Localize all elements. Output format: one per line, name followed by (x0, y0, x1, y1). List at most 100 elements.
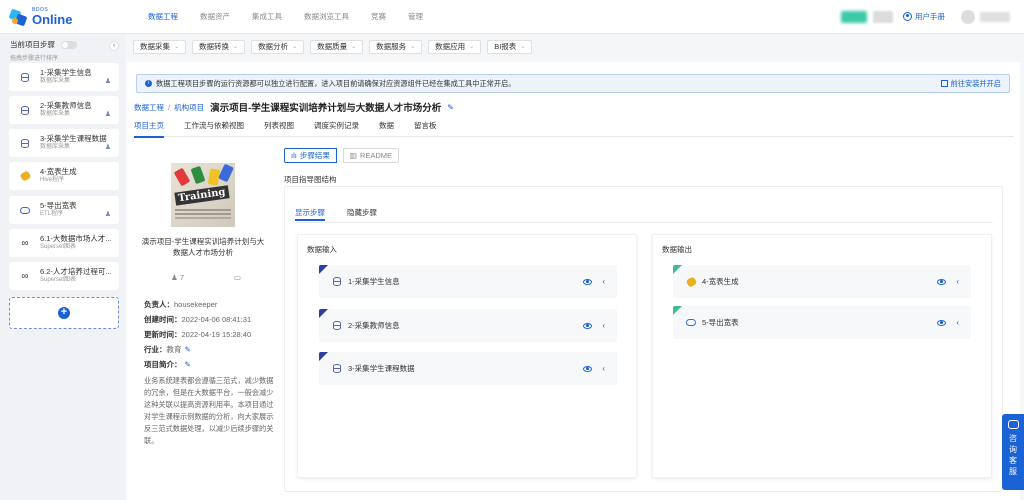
external-link-icon (940, 80, 948, 87)
subnav-data-service[interactable]: 数据服务 ⌄ (369, 40, 423, 54)
tab-list-view[interactable]: 列表视图 (264, 120, 294, 137)
step-results-button[interactable]: ılı 步骤结果 (284, 148, 337, 163)
subnav-data-quality[interactable]: 数据质量 ⌄ (310, 40, 364, 54)
user-icon: ♟ (171, 273, 178, 282)
input-node-2[interactable]: 2-采集教师信息 ‹ (319, 309, 617, 342)
input-node-1[interactable]: 1-采集学生信息 ‹ (319, 265, 617, 298)
chevron-down-icon: ⌄ (233, 44, 239, 50)
eye-icon[interactable] (583, 322, 592, 329)
node-name: 1-采集学生信息 (348, 277, 400, 286)
database-icon (21, 72, 29, 82)
tab-data[interactable]: 数据 (379, 120, 394, 137)
chevron-left-icon[interactable]: ‹ (602, 321, 605, 330)
eye-icon[interactable] (583, 365, 592, 372)
breadcrumb-data-engineering[interactable]: 数据工程 (134, 102, 164, 113)
input-node-3[interactable]: 3-采集学生课程数据 ‹ (319, 352, 617, 385)
database-icon (21, 105, 29, 115)
sidebar-step-6-1[interactable]: ∞ 6.1-大数据市场人才... Superset图表 (9, 229, 119, 257)
avatar[interactable] (961, 9, 975, 24)
sub-nav: 数据采集 ⌄ 数据转换 ⌄ 数据分析 ⌄ 数据质量 ⌄ 数据服务 ⌄ 数据应用 ⌄ BI报表… (125, 34, 1024, 60)
top-nav-data-assets[interactable]: 数据资产 (189, 0, 241, 34)
tab-project-home[interactable]: 项目主页 (134, 120, 164, 138)
step-type: 数据库采集 (40, 143, 71, 150)
top-nav-integration-tools[interactable]: 集成工具 (241, 0, 293, 34)
top-nav-management[interactable]: 管理 (397, 0, 434, 34)
eye-icon[interactable] (937, 319, 946, 326)
sidebar-sort-toggle[interactable] (61, 40, 77, 49)
edit-title-icon[interactable]: ✎ (447, 103, 454, 112)
user-manual-link[interactable]: 用户手册 (903, 11, 945, 22)
eye-icon[interactable] (583, 278, 592, 285)
comment-icon[interactable]: ▭ (234, 273, 241, 282)
breadcrumb-org-projects[interactable]: 机构项目 (174, 102, 204, 113)
install-link[interactable]: 前往安装并开启 (940, 79, 1001, 89)
hive-icon (685, 275, 697, 288)
database-icon (21, 138, 29, 148)
cover-word: Training (174, 185, 230, 206)
tab-message-board[interactable]: 留言板 (414, 120, 437, 137)
subnav-data-application[interactable]: 数据应用 ⌄ (428, 40, 482, 54)
breadcrumb: 数据工程 / 机构项目 演示项目-学生课程实训培养计划与大数据人才市场分析 ✎ (134, 100, 454, 115)
tab-workflow-view[interactable]: 工作流与依赖视图 (184, 120, 244, 137)
sidebar-step-6-2[interactable]: ∞ 6.2-人才培养过程可... Superset图表 (9, 262, 119, 290)
output-node-2[interactable]: 5-导出宽表 ‹ (673, 306, 971, 339)
intro-label: 项目简介： (144, 360, 182, 369)
user-icon: ♟ (104, 111, 111, 118)
user-icon: ♟ (104, 78, 111, 85)
sidebar-subtitle: 拖拽步骤进行排序 (10, 56, 59, 62)
readme-button[interactable]: ▥ README (342, 148, 400, 163)
tab-schedule-records[interactable]: 调度实例记录 (314, 120, 359, 137)
project-cover-image: Training (171, 163, 235, 227)
subnav-data-analysis[interactable]: 数据分析 ⌄ (251, 40, 305, 54)
consult-service-button[interactable]: 咨询客服 (1002, 414, 1024, 490)
subnav-label: 数据质量 (317, 42, 348, 51)
step-type: 数据库采集 (40, 77, 71, 84)
logo-icon (8, 8, 28, 26)
structure-title: 项目指导图结构 (284, 175, 337, 184)
step-name: 4-宽表生成 (40, 167, 77, 177)
sidebar-step-1[interactable]: 1-采集学生信息 数据库采集 ♟ (9, 63, 119, 91)
top-nav-competition[interactable]: 竞赛 (360, 0, 397, 34)
step-name: 3-采集学生课程数据 (40, 134, 107, 144)
step-name: 6.1-大数据市场人才... (40, 234, 112, 244)
chevron-left-icon[interactable]: ‹ (602, 277, 605, 286)
sidebar-step-2[interactable]: 2-采集教师信息 数据库采集 ♟ (9, 96, 119, 124)
step-name: 5-导出宽表 (40, 201, 77, 211)
sidebar-step-3[interactable]: 3-采集学生课程数据 数据库采集 ♟ (9, 129, 119, 157)
output-node-1[interactable]: 4-宽表生成 ‹ (673, 265, 971, 298)
sidebar-step-4[interactable]: 4-宽表生成 Hive程序 (9, 162, 119, 190)
superset-icon: ∞ (21, 237, 29, 249)
tab-hide-steps[interactable]: 隐藏步骤 (347, 207, 377, 221)
logo-big-text: Online (32, 11, 73, 27)
subnav-data-collection[interactable]: 数据采集 ⌄ (133, 40, 187, 54)
user-icon: ♟ (104, 144, 111, 151)
node-name: 2-采集教师信息 (348, 321, 400, 330)
top-nav-data-browse-tools[interactable]: 数据浏览工具 (293, 0, 360, 34)
chevron-left-icon[interactable]: ‹ (956, 277, 959, 286)
step-name: 1-采集学生信息 (40, 68, 92, 78)
subnav-bi-report[interactable]: BI报表 ⌄ (487, 40, 533, 54)
tab-show-steps[interactable]: 显示步骤 (295, 207, 325, 221)
chevron-left-icon[interactable]: ‹ (602, 364, 605, 373)
subnav-label: 数据采集 (140, 42, 170, 51)
top-nav-data-engineering[interactable]: 数据工程 (137, 0, 189, 34)
add-step-button[interactable]: + (9, 297, 119, 329)
logo[interactable]: BDOS Online (8, 7, 120, 27)
user-manual-label: 用户手册 (915, 12, 945, 21)
project-title: 演示项目-学生课程实训培养计划与大数据人才市场分析 (141, 237, 265, 257)
user-manual-icon (903, 12, 912, 21)
sidebar-collapse-button[interactable]: ‹ (109, 41, 119, 51)
step-name: 6.2-人才培养过程可... (40, 267, 112, 277)
superset-icon: ∞ (21, 270, 29, 282)
database-icon (333, 277, 341, 286)
edit-industry-icon[interactable]: ✎ (185, 345, 191, 354)
step-type: Superset图表 (40, 243, 77, 250)
notice-banner: i 数据工程项目步骤的运行资源都可以独立进行配置，进入项目前请确保对应资源组件已… (136, 74, 1010, 93)
chevron-down-icon: ⌄ (292, 44, 298, 50)
top-nav: 数据工程 数据资产 集成工具 数据浏览工具 竞赛 管理 (137, 0, 434, 34)
edit-intro-icon[interactable]: ✎ (185, 360, 191, 369)
sidebar-step-5[interactable]: 5-导出宽表 ETL程序 ♟ (9, 196, 119, 224)
eye-icon[interactable] (937, 278, 946, 285)
subnav-data-transform[interactable]: 数据转换 ⌄ (192, 40, 246, 54)
chevron-left-icon[interactable]: ‹ (956, 318, 959, 327)
